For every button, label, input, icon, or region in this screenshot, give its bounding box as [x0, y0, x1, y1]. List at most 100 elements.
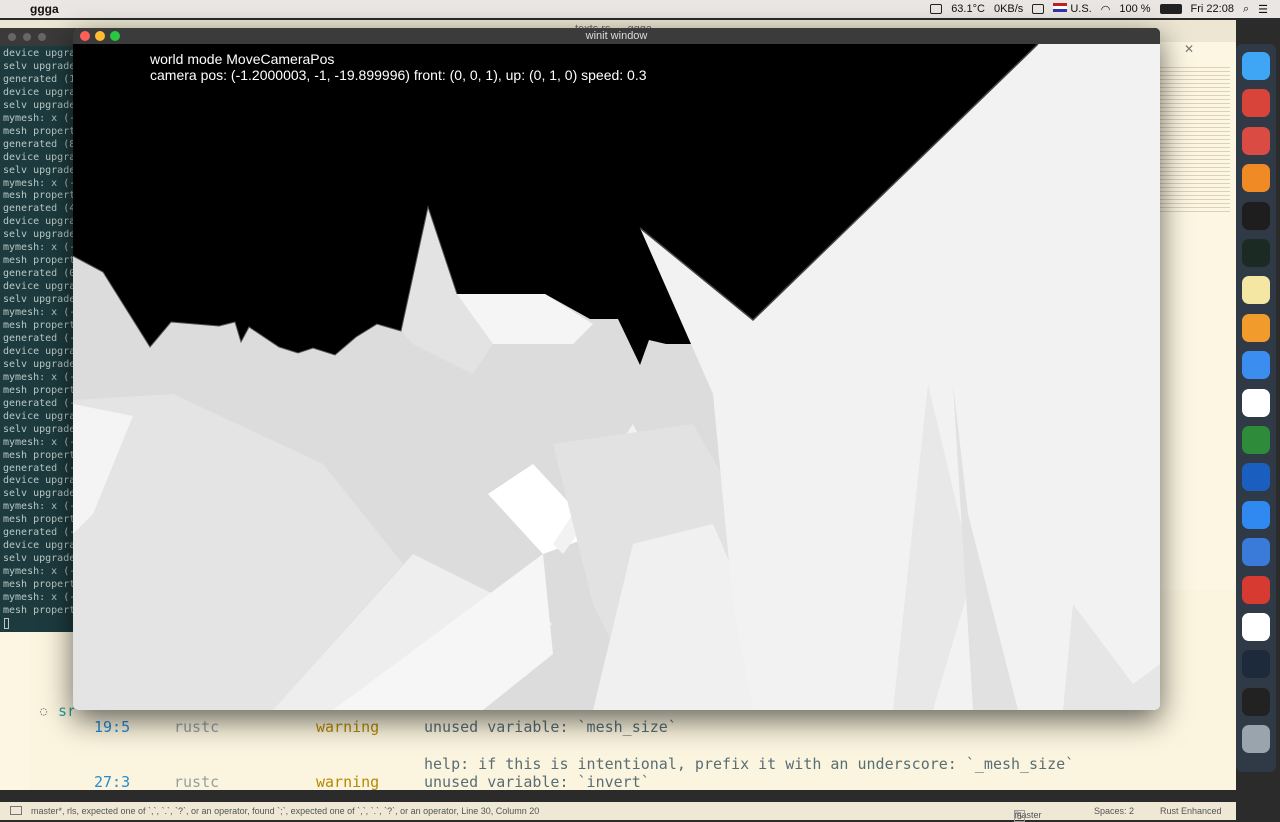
terminal-line: mesh properti — [3, 125, 76, 137]
window-icon[interactable] — [930, 4, 943, 14]
winit-window[interactable]: winit window world mode MoveCameraPos ca… — [73, 28, 1160, 710]
terminal-line: mymesh: x (-2 — [3, 112, 76, 124]
safari-icon[interactable] — [1242, 500, 1270, 529]
todoist-icon[interactable] — [1242, 89, 1270, 118]
terminal-line: mesh properti — [3, 604, 76, 616]
terminal-title-bar — [0, 28, 76, 46]
terminal-line: mesh properti — [3, 320, 76, 332]
clock[interactable]: Fri 22:08 — [1191, 3, 1234, 15]
terminal-line: generated (0. — [3, 268, 76, 280]
terminal-line: mymesh: x (-2 — [3, 371, 76, 383]
terminal-line: selv upgraded — [3, 553, 76, 565]
hud-camera-info: camera pos: (-1.2000003, -1, -19.899996)… — [150, 67, 647, 83]
terminal-line: device upgrad — [3, 216, 76, 228]
terminal-line: mesh properti — [3, 449, 76, 461]
terminal-line: generated (-8 — [3, 397, 76, 409]
terminal-icon[interactable] — [1242, 201, 1270, 230]
terminal-line: mesh properti — [3, 579, 76, 591]
terminal-line: device upgrad — [3, 86, 76, 98]
terminal-line: mymesh: x (-2 — [3, 177, 76, 189]
diagnostic-severity: warning — [316, 773, 380, 791]
diagnostic-location: 19:5 — [94, 718, 131, 736]
spotlight-icon[interactable]: ⌕ — [1243, 3, 1249, 16]
control-center-icon[interactable]: ☰ — [1258, 3, 1268, 16]
chrome-icon[interactable] — [1242, 613, 1270, 641]
zoom-window-button[interactable] — [38, 33, 46, 41]
menu-bar-status-area: 63.1°C 0KB/s U.S. ◠ 100 % Fri 22:08 ⌕ ☰ — [930, 0, 1280, 18]
terminal-line: mesh properti — [3, 514, 76, 526]
window-title: winit window — [585, 30, 648, 42]
terminal-line: mymesh: x (-2 — [3, 592, 76, 604]
diagnostic-row[interactable]: 19:5 rustc warning unused variable: `mes… — [30, 718, 1236, 738]
minimize-window-button[interactable] — [23, 33, 31, 41]
terminal-line: device upgrad — [3, 345, 76, 357]
app-store-icon[interactable] — [1242, 351, 1270, 380]
indentation-setting[interactable]: Spaces: 2 — [1094, 806, 1134, 816]
app-menu-name[interactable]: ggga — [30, 2, 59, 16]
terminal-line: selv upgraded — [3, 164, 76, 176]
temperature-readout[interactable]: 63.1°C — [951, 3, 985, 15]
terminal-window[interactable]: device upgrad selv upgraded generated (12 d… — [0, 28, 76, 632]
panel-toggle-icon[interactable] — [10, 806, 22, 815]
terminal-output: device upgrad selv upgraded generated (12 d… — [3, 48, 76, 618]
xcode-instruments-icon[interactable] — [1242, 426, 1270, 454]
terminal-line: device upgrad — [3, 540, 76, 552]
terminal-line: device upgrad — [3, 410, 76, 422]
activity-monitor-icon[interactable] — [1242, 239, 1270, 267]
terminal-line: generated (8. — [3, 138, 76, 150]
terminal-line: mesh properti — [3, 190, 76, 202]
diagnostic-location: 27:3 — [94, 773, 131, 791]
tab-close-icon[interactable]: ✕ — [1184, 42, 1194, 56]
minimize-window-button[interactable] — [95, 31, 105, 41]
sublime-text-icon[interactable] — [1242, 313, 1270, 342]
minimap[interactable] — [1160, 64, 1230, 214]
terminal-line: generated (-4 — [3, 332, 76, 344]
diagnostic-help-message: help: if this is intentional, prefix it … — [424, 755, 1075, 773]
terminal-line: mymesh: x (-2 — [3, 307, 76, 319]
terminal-line: mymesh: x (-2 — [3, 566, 76, 578]
terminal-line: selv upgraded — [3, 99, 76, 111]
syntax-setting[interactable]: Rust Enhanced — [1160, 806, 1222, 816]
terminal-line: generated (-1 — [3, 527, 76, 539]
terminal-line: selv upgraded — [3, 423, 76, 435]
status-message: master*, rls, expected one of `,`, `.`, … — [31, 806, 540, 816]
notes-icon[interactable] — [1242, 276, 1270, 305]
terminal-line: generated (-1 — [3, 462, 76, 474]
diagnostic-source: rustc — [174, 718, 220, 736]
trash-icon[interactable] — [1242, 725, 1270, 754]
terminal-line: device upgrad — [3, 281, 76, 293]
finder-icon[interactable] — [1242, 52, 1270, 80]
dock — [1236, 44, 1276, 772]
hud-world-mode: world mode MoveCameraPos — [150, 51, 335, 67]
close-window-button[interactable] — [8, 33, 16, 41]
fantastical-icon[interactable] — [1242, 575, 1270, 604]
diagnostic-row[interactable]: 27:3 rustc warning unused variable: `inv… — [30, 773, 1236, 793]
input-source-menu[interactable]: U.S. — [1053, 3, 1092, 15]
terminal-line: device upgrad — [3, 48, 76, 59]
status-bar: master*, rls, expected one of `,`, `.`, … — [0, 802, 1236, 822]
diagnostic-source: rustc — [174, 773, 220, 791]
spinner-icon: ◌ — [40, 704, 48, 718]
terminal-cursor — [4, 618, 9, 629]
diagnostic-severity: warning — [316, 718, 380, 736]
3d-scene-viewport[interactable] — [73, 44, 1160, 710]
slack-icon[interactable] — [1242, 388, 1270, 417]
battery-percent[interactable]: 100 % — [1119, 3, 1150, 15]
battery-icon[interactable] — [1159, 4, 1182, 14]
altool-icon[interactable] — [1242, 463, 1270, 492]
steam-icon[interactable] — [1242, 650, 1270, 679]
terminal-line: selv upgraded — [3, 229, 76, 241]
terminal-line: mymesh: x (-2 — [3, 242, 76, 254]
terminal-line: device upgrad — [3, 475, 76, 487]
bear-icon[interactable] — [1242, 126, 1270, 155]
wifi-icon[interactable]: ◠ — [1101, 3, 1111, 16]
terminal-line: generated (4. — [3, 203, 76, 215]
console-icon[interactable] — [1242, 687, 1270, 716]
us-flag-icon — [1053, 3, 1068, 12]
xcode-icon[interactable] — [1242, 538, 1270, 567]
screen-mirroring-icon[interactable] — [1032, 4, 1045, 14]
firefox-icon[interactable] — [1242, 164, 1270, 193]
network-speed-readout[interactable]: 0KB/s — [994, 3, 1023, 15]
close-window-button[interactable] — [80, 31, 90, 41]
zoom-window-button[interactable] — [110, 31, 120, 41]
